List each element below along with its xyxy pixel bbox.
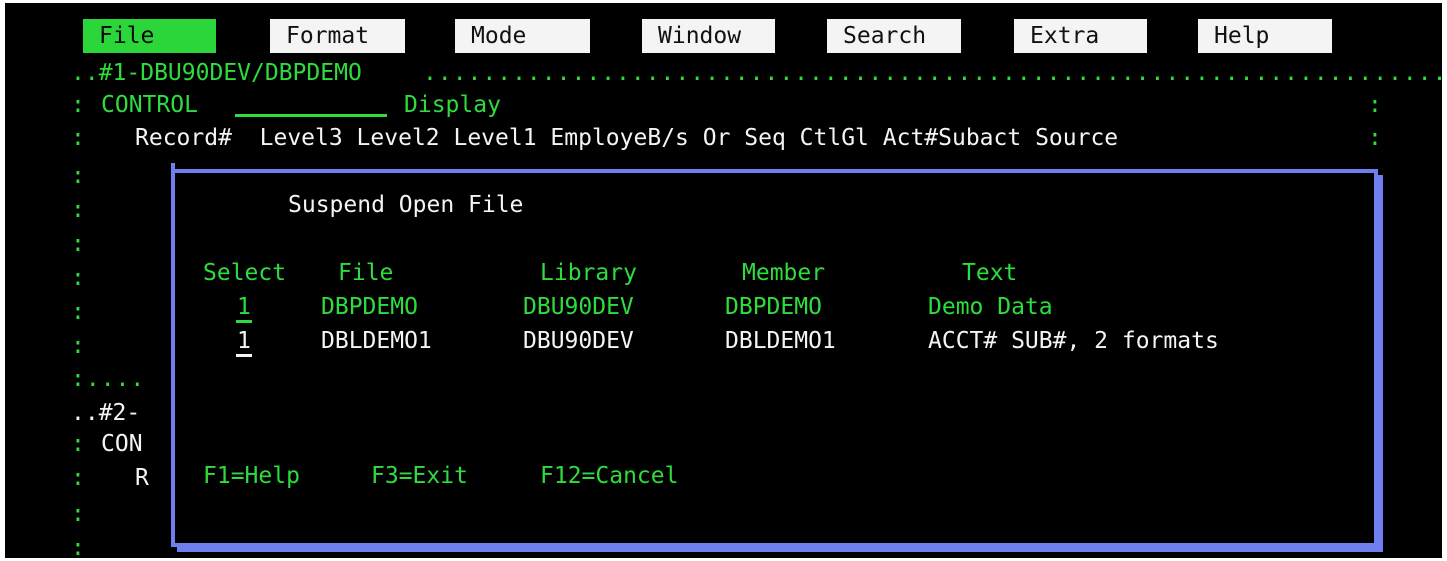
menu-mode[interactable]: Mode (455, 19, 590, 53)
terminal-screenshot: File Format Mode Window Search Extra Hel… (0, 0, 1447, 561)
session1-right-colon: : (1368, 92, 1382, 118)
session2-left-border: : : (71, 501, 85, 558)
session2-colon-2: : (71, 465, 85, 491)
header-file: File (338, 260, 394, 286)
session1-left-colon: : (71, 92, 85, 118)
session1-bottom-dots: :.... (71, 366, 146, 392)
menu-help[interactable]: Help (1198, 19, 1332, 53)
menu-extra[interactable]: Extra (1014, 19, 1147, 53)
row1-member: DBPDEMO (725, 294, 822, 320)
menu-search[interactable]: Search (827, 19, 961, 53)
fkey-exit[interactable]: F3=Exit (371, 462, 468, 490)
popup-shadow-right (1378, 175, 1383, 551)
row2-select-input[interactable]: 1 (237, 327, 251, 355)
popup-shadow-bottom (177, 547, 1383, 552)
column-headers: Record# Level3 Level2 Level1 EmployeB/s … (135, 125, 1119, 151)
row1-select-underline (236, 320, 252, 323)
control-input-field[interactable] (235, 114, 387, 117)
menu-file[interactable]: File (83, 19, 216, 53)
header-library: Library (540, 260, 637, 286)
session2-control-label: CON (101, 431, 143, 457)
row2-library: DBU90DEV (523, 328, 634, 354)
row1-file: DBPDEMO (321, 294, 418, 320)
control-label: CONTROL (101, 92, 198, 118)
session2-record-label: R (135, 465, 149, 491)
fkey-help[interactable]: F1=Help (203, 462, 300, 490)
row2-file: DBLDEMO1 (321, 328, 432, 354)
header-member: Member (742, 260, 826, 286)
row2-select-underline (236, 354, 252, 357)
popup-title: Suspend Open File (288, 192, 524, 218)
suspend-popup (171, 169, 1378, 547)
fkey-cancel[interactable]: F12=Cancel (540, 462, 678, 490)
display-label: Display (404, 92, 501, 118)
terminal-window: File Format Mode Window Search Extra Hel… (5, 3, 1442, 558)
row1-text: Demo Data (928, 294, 1053, 320)
header-select: Select (203, 260, 287, 286)
session1-title: ..#1-DBU90DEV/DBPDEMO (71, 60, 362, 86)
session1-right-colon-2: : (1368, 125, 1382, 151)
row1-library: DBU90DEV (523, 294, 634, 320)
row2-member: DBLDEMO1 (725, 328, 836, 354)
session1-left-border: : : : : : : (71, 163, 85, 359)
session2-colon: : (71, 431, 85, 457)
session1-title-dots: ........................................… (423, 60, 1442, 86)
menu-format[interactable]: Format (270, 19, 405, 53)
row2-text: ACCT# SUB#, 2 formats (928, 328, 1219, 354)
session2-title: ..#2- (71, 400, 141, 426)
menu-window[interactable]: Window (642, 19, 775, 53)
header-text: Text (962, 260, 1018, 286)
row1-select-input[interactable]: 1 (237, 293, 251, 321)
session1-left-colon-2: : (71, 125, 85, 151)
